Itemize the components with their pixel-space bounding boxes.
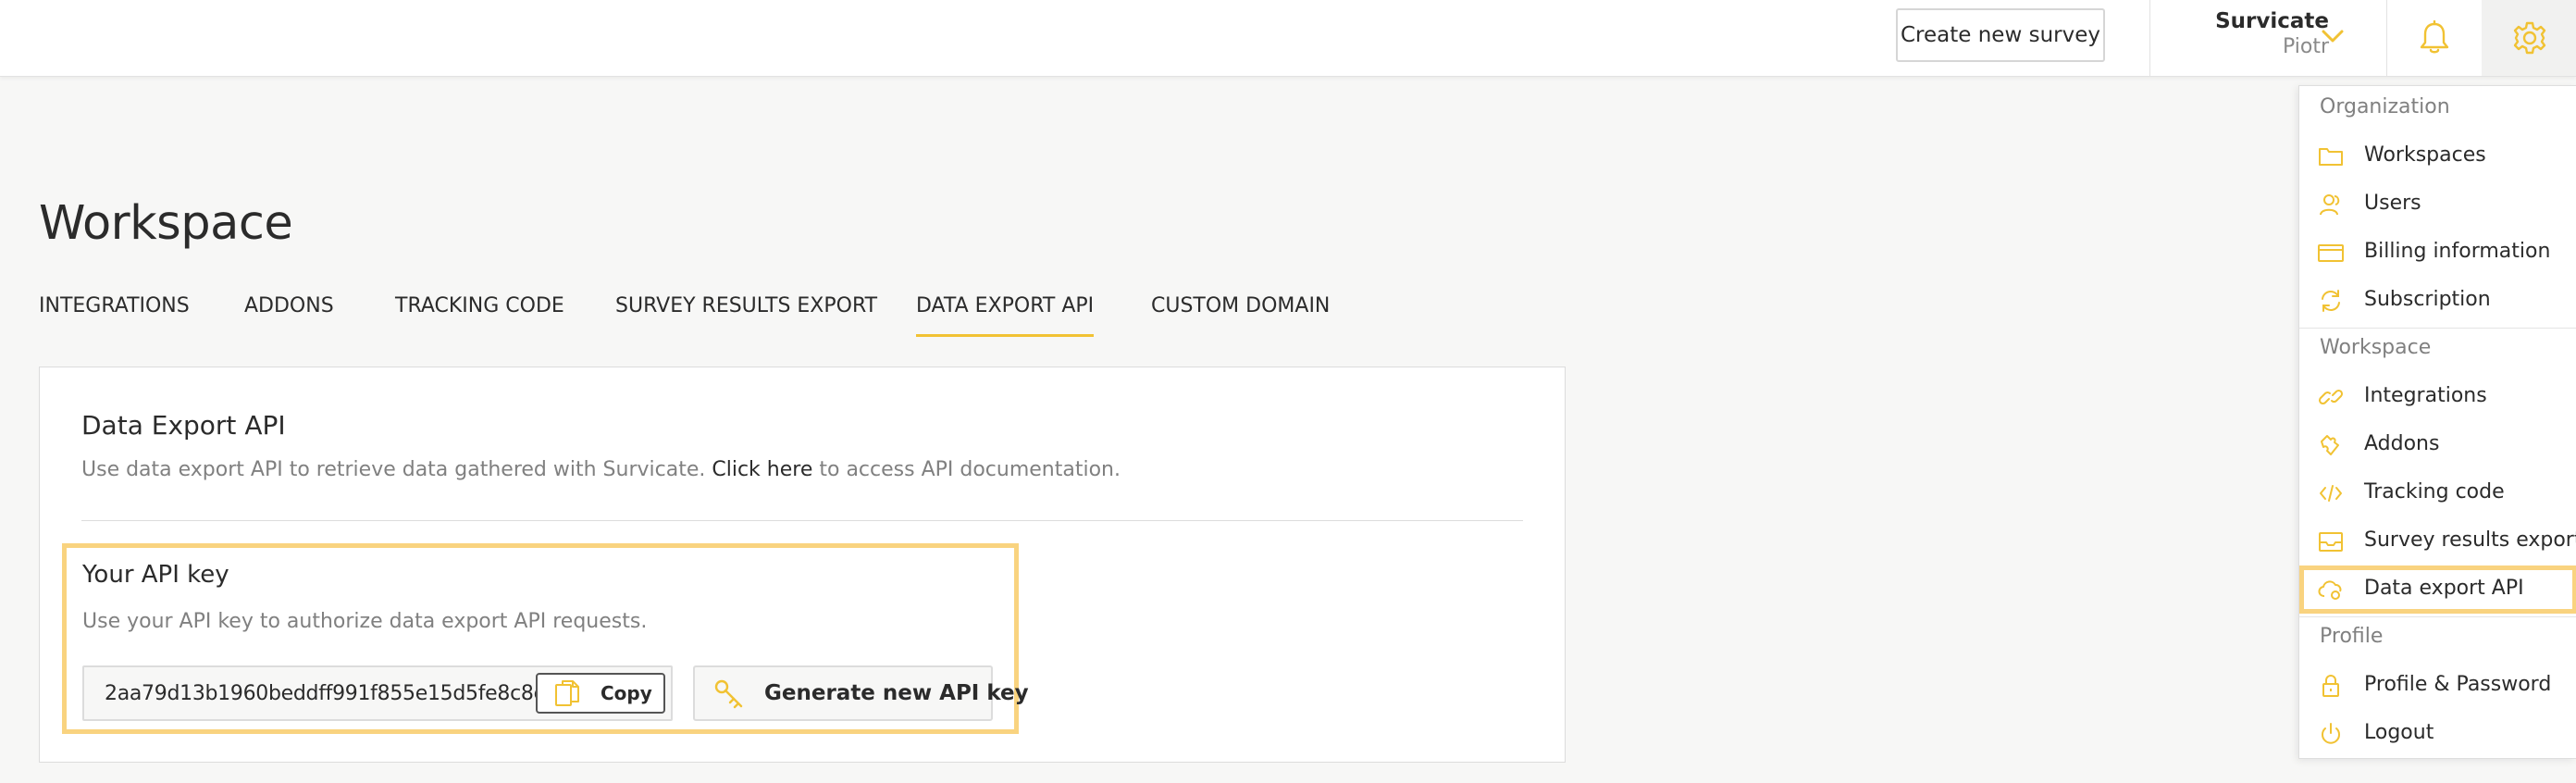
- cloud-icon: [2318, 580, 2342, 600]
- tab-tracking-code[interactable]: TRACKING CODE: [395, 294, 564, 334]
- api-key-field[interactable]: 2aa79d13b1960beddff991f855e15d5fe8c8e4cf…: [82, 665, 673, 721]
- generate-label: Generate new API key: [764, 681, 1029, 705]
- tab-data-export-api[interactable]: DATA EXPORT API: [916, 294, 1095, 337]
- menu-heading-workspace: Workspace: [2320, 336, 2432, 359]
- puzzle-icon: [2321, 435, 2339, 455]
- copy-api-key-button[interactable]: Copy: [536, 673, 665, 714]
- description-text: Use data export API to retrieve data gat…: [81, 458, 706, 481]
- menu-item-tracking-code[interactable]: Tracking code: [2299, 469, 2576, 517]
- api-key-title: Your API key: [82, 561, 229, 589]
- card-title: Data Export API: [81, 410, 286, 441]
- copy-label: Copy: [601, 682, 652, 704]
- card-description: Use data export API to retrieve data gat…: [81, 458, 1121, 481]
- organization-name: Survicate: [2215, 9, 2329, 33]
- api-documentation-link[interactable]: Click here: [712, 458, 812, 481]
- divider: [81, 520, 1523, 521]
- tab-survey-results-export[interactable]: SURVEY RESULTS EXPORT: [615, 294, 877, 334]
- api-key-description: Use your API key to authorize data expor…: [82, 610, 648, 633]
- key-icon: [714, 679, 743, 709]
- menu-item-profile-password[interactable]: Profile & Password: [2299, 662, 2576, 710]
- refresh-icon: [2322, 290, 2340, 312]
- menu-item-addons[interactable]: Addons: [2299, 421, 2576, 469]
- tab-addons[interactable]: ADDONS: [244, 294, 334, 334]
- menu-heading-profile: Profile: [2320, 625, 2384, 648]
- menu-item-integrations[interactable]: Integrations: [2299, 373, 2576, 421]
- copy-icon: [555, 680, 579, 706]
- credit-card-icon: [2318, 244, 2344, 262]
- divider: [2299, 616, 2576, 617]
- api-key-value: 2aa79d13b1960beddff991f855e15d5fe8c8e4cf: [105, 682, 576, 705]
- page-title: Workspace: [39, 196, 293, 251]
- description-text: to access API documentation.: [819, 458, 1121, 481]
- tab-custom-domain[interactable]: CUSTOM DOMAIN: [1151, 294, 1330, 334]
- settings-button[interactable]: [2482, 0, 2576, 76]
- menu-item-survey-results-export[interactable]: Survey results export: [2299, 517, 2576, 566]
- code-icon: [2320, 485, 2342, 502]
- workspace-tabs: INTEGRATIONS ADDONS TRACKING CODE SURVEY…: [39, 294, 1519, 341]
- users-icon: [2320, 194, 2340, 216]
- power-icon: [2322, 723, 2340, 744]
- top-bar: Create new survey Survicate Piotr: [0, 0, 2576, 77]
- tab-integrations[interactable]: INTEGRATIONS: [39, 294, 190, 334]
- menu-item-billing-information[interactable]: Billing information: [2299, 229, 2576, 277]
- menu-item-subscription[interactable]: Subscription: [2299, 277, 2576, 325]
- notifications-button[interactable]: [2386, 0, 2482, 76]
- lock-icon: [2322, 675, 2339, 697]
- account-switcher[interactable]: Survicate Piotr: [2149, 0, 2390, 76]
- menu-item-logout[interactable]: Logout: [2299, 710, 2576, 758]
- menu-heading-organization: Organization: [2320, 95, 2450, 118]
- settings-menu: Organization Workspaces Users Billing in…: [2298, 85, 2576, 759]
- link-icon: [2318, 389, 2344, 405]
- menu-item-workspaces[interactable]: Workspaces: [2299, 132, 2576, 180]
- bell-icon: [2420, 20, 2448, 54]
- gear-icon: [2513, 21, 2545, 55]
- chevron-down-icon: [2322, 30, 2344, 43]
- menu-item-data-export-api[interactable]: Data export API: [2299, 566, 2576, 614]
- generate-api-key-button[interactable]: Generate new API key: [693, 665, 1029, 721]
- divider: [2299, 328, 2576, 329]
- inbox-icon: [2319, 532, 2343, 552]
- api-key-section: Your API key Use your API key to authori…: [62, 543, 1029, 734]
- menu-item-users[interactable]: Users: [2299, 180, 2576, 229]
- create-new-survey-button[interactable]: Create new survey: [1896, 8, 2105, 62]
- data-export-api-card: Data Export API Use data export API to r…: [39, 367, 1566, 763]
- folder-icon: [2319, 148, 2343, 166]
